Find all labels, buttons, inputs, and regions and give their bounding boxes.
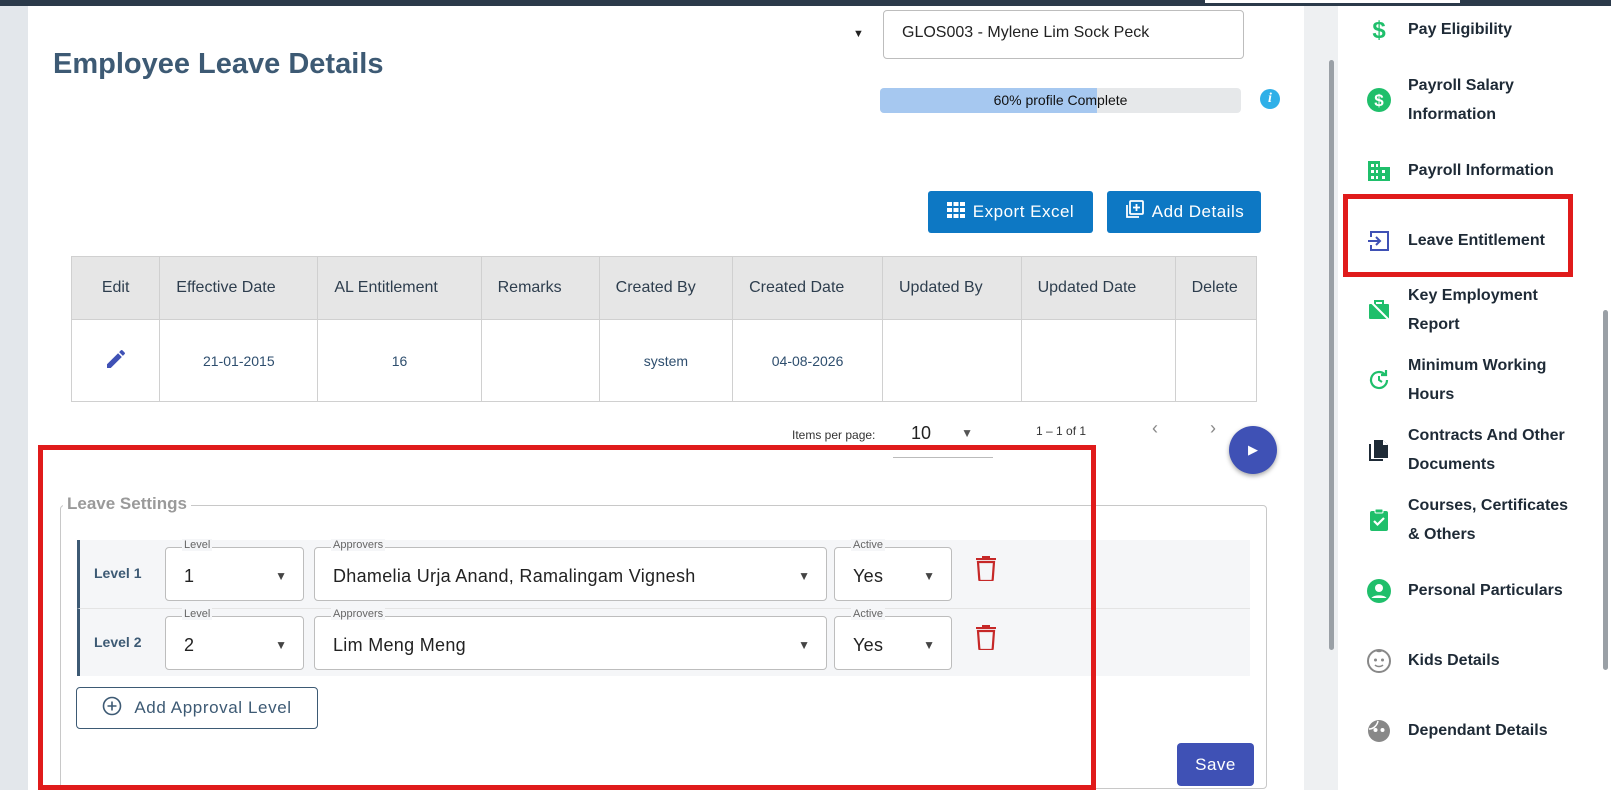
account-circle-icon <box>1366 578 1392 604</box>
sidebar-item-kids-details[interactable]: Kids Details <box>1366 646 1586 675</box>
edit-cell <box>70 319 161 402</box>
export-excel-label: Export Excel <box>972 202 1075 221</box>
dollar-circle-icon: $ <box>1366 87 1392 113</box>
sidebar-item-personal-particulars[interactable]: Personal Particulars <box>1366 576 1586 605</box>
sidebar-item-label: Courses, Certificates & Others <box>1408 497 1569 543</box>
sidebar-item-contracts-and-other-documents[interactable]: Contracts And Other Documents <box>1366 421 1586 479</box>
sidebar-item-key-employment-report[interactable]: Key Employment Report <box>1366 281 1586 339</box>
sidebar-item-label: Contracts And Other Documents <box>1408 427 1565 473</box>
top-bar-accent <box>1205 0 1460 3</box>
library-add-icon <box>1124 199 1144 225</box>
items-per-page-label: Items per page: <box>792 428 876 442</box>
created-by-cell: system <box>598 319 734 402</box>
table-header-row: Edit Effective Date AL Entitlement Remar… <box>70 256 1258 320</box>
add-details-label: Add Details <box>1151 202 1245 221</box>
export-excel-button[interactable]: Export Excel <box>928 191 1093 233</box>
column-header[interactable]: Edit <box>70 256 161 320</box>
sidebar-item-label: Minimum Working Hours <box>1408 357 1547 403</box>
chevron-down-icon: ▼ <box>961 426 973 440</box>
documents-icon <box>1366 437 1392 463</box>
sidebar-item-minimum-working-hours[interactable]: Minimum Working Hours <box>1366 351 1586 409</box>
column-header[interactable]: Remarks <box>480 256 600 320</box>
page-title: Employee Leave Details <box>53 48 384 80</box>
effective-date-cell: 21-01-2015 <box>159 319 319 402</box>
briefcase-off-icon <box>1366 297 1392 323</box>
column-header[interactable]: Effective Date <box>159 256 319 320</box>
al-entitlement-cell: 16 <box>317 319 482 402</box>
page-range-label: 1 – 1 of 1 <box>1036 424 1087 438</box>
column-header[interactable]: Created By <box>598 256 734 320</box>
face-icon <box>1366 718 1392 744</box>
sidebar-item-label: Personal Particulars <box>1408 582 1563 599</box>
svg-text:$: $ <box>1374 91 1384 110</box>
info-icon[interactable]: i <box>1260 89 1280 109</box>
sidebar-scrollbar-thumb[interactable] <box>1603 310 1608 670</box>
updated-by-cell <box>882 319 1022 402</box>
left-gutter <box>0 6 28 790</box>
leave-entitlement-table: Edit Effective Date AL Entitlement Remar… <box>70 256 1258 402</box>
sidebar-item-dependant-details[interactable]: Dependant Details <box>1366 716 1586 745</box>
clipboard-check-icon <box>1366 507 1392 533</box>
sidebar-item-courses-certificates-others[interactable]: Courses, Certificates & Others <box>1366 491 1586 549</box>
play-arrow-fab-button[interactable]: ▶ <box>1229 426 1277 474</box>
dollar-icon: $ <box>1366 17 1392 43</box>
building-icon <box>1366 158 1392 184</box>
next-page-icon[interactable]: › <box>1210 418 1216 439</box>
page-size-value: 10 <box>911 423 932 443</box>
svg-text:$: $ <box>1372 17 1386 43</box>
employee-dropdown-caret-icon[interactable]: ▼ <box>853 28 864 40</box>
grid-icon <box>946 201 965 223</box>
sidebar-item-payroll-information[interactable]: Payroll Information <box>1366 156 1586 185</box>
sidebar-item-label: Payroll Salary Information <box>1408 77 1514 123</box>
profile-progress-label: 60% profile Complete <box>993 92 1128 108</box>
add-details-button[interactable]: Add Details <box>1107 191 1261 233</box>
save-button[interactable]: Save <box>1177 743 1254 786</box>
column-header[interactable]: Created Date <box>732 256 883 320</box>
column-header[interactable]: Updated Date <box>1020 256 1176 320</box>
table-row: 21-01-2015 16 system 04-08-2026 <box>70 319 1258 402</box>
main-scrollbar-thumb[interactable] <box>1329 60 1334 650</box>
sidebar-item-label: Payroll Information <box>1408 162 1554 179</box>
column-header[interactable]: AL Entitlement <box>317 256 482 320</box>
remarks-cell <box>480 319 600 402</box>
profile-progress-bar: 60% profile Complete <box>880 88 1241 113</box>
edit-pencil-icon[interactable] <box>104 349 128 374</box>
employee-select[interactable]: GLOS003 - Mylene Lim Sock Peck <box>883 10 1244 59</box>
sidebar-item-pay-eligibility[interactable]: $ Pay Eligibility <box>1366 15 1586 44</box>
updated-date-cell <box>1020 319 1176 402</box>
previous-page-icon[interactable]: ‹ <box>1152 418 1158 439</box>
child-face-icon <box>1366 648 1392 674</box>
sidebar-item-label: Dependant Details <box>1408 722 1548 739</box>
column-header[interactable]: Updated By <box>882 256 1022 320</box>
created-date-cell: 04-08-2026 <box>732 319 883 402</box>
sidebar-item-label: Kids Details <box>1408 652 1500 669</box>
clock-history-icon <box>1366 367 1392 393</box>
sidebar-item-label: Pay Eligibility <box>1408 21 1513 38</box>
delete-cell <box>1174 319 1258 402</box>
leave-entitlement-highlight-box <box>1343 194 1573 277</box>
column-header[interactable]: Delete <box>1174 256 1258 320</box>
leave-settings-highlight-box <box>38 445 1096 790</box>
sidebar-item-label: Key Employment Report <box>1408 287 1538 333</box>
sidebar-item-payroll-salary-information[interactable]: $ Payroll Salary Information <box>1366 71 1586 129</box>
